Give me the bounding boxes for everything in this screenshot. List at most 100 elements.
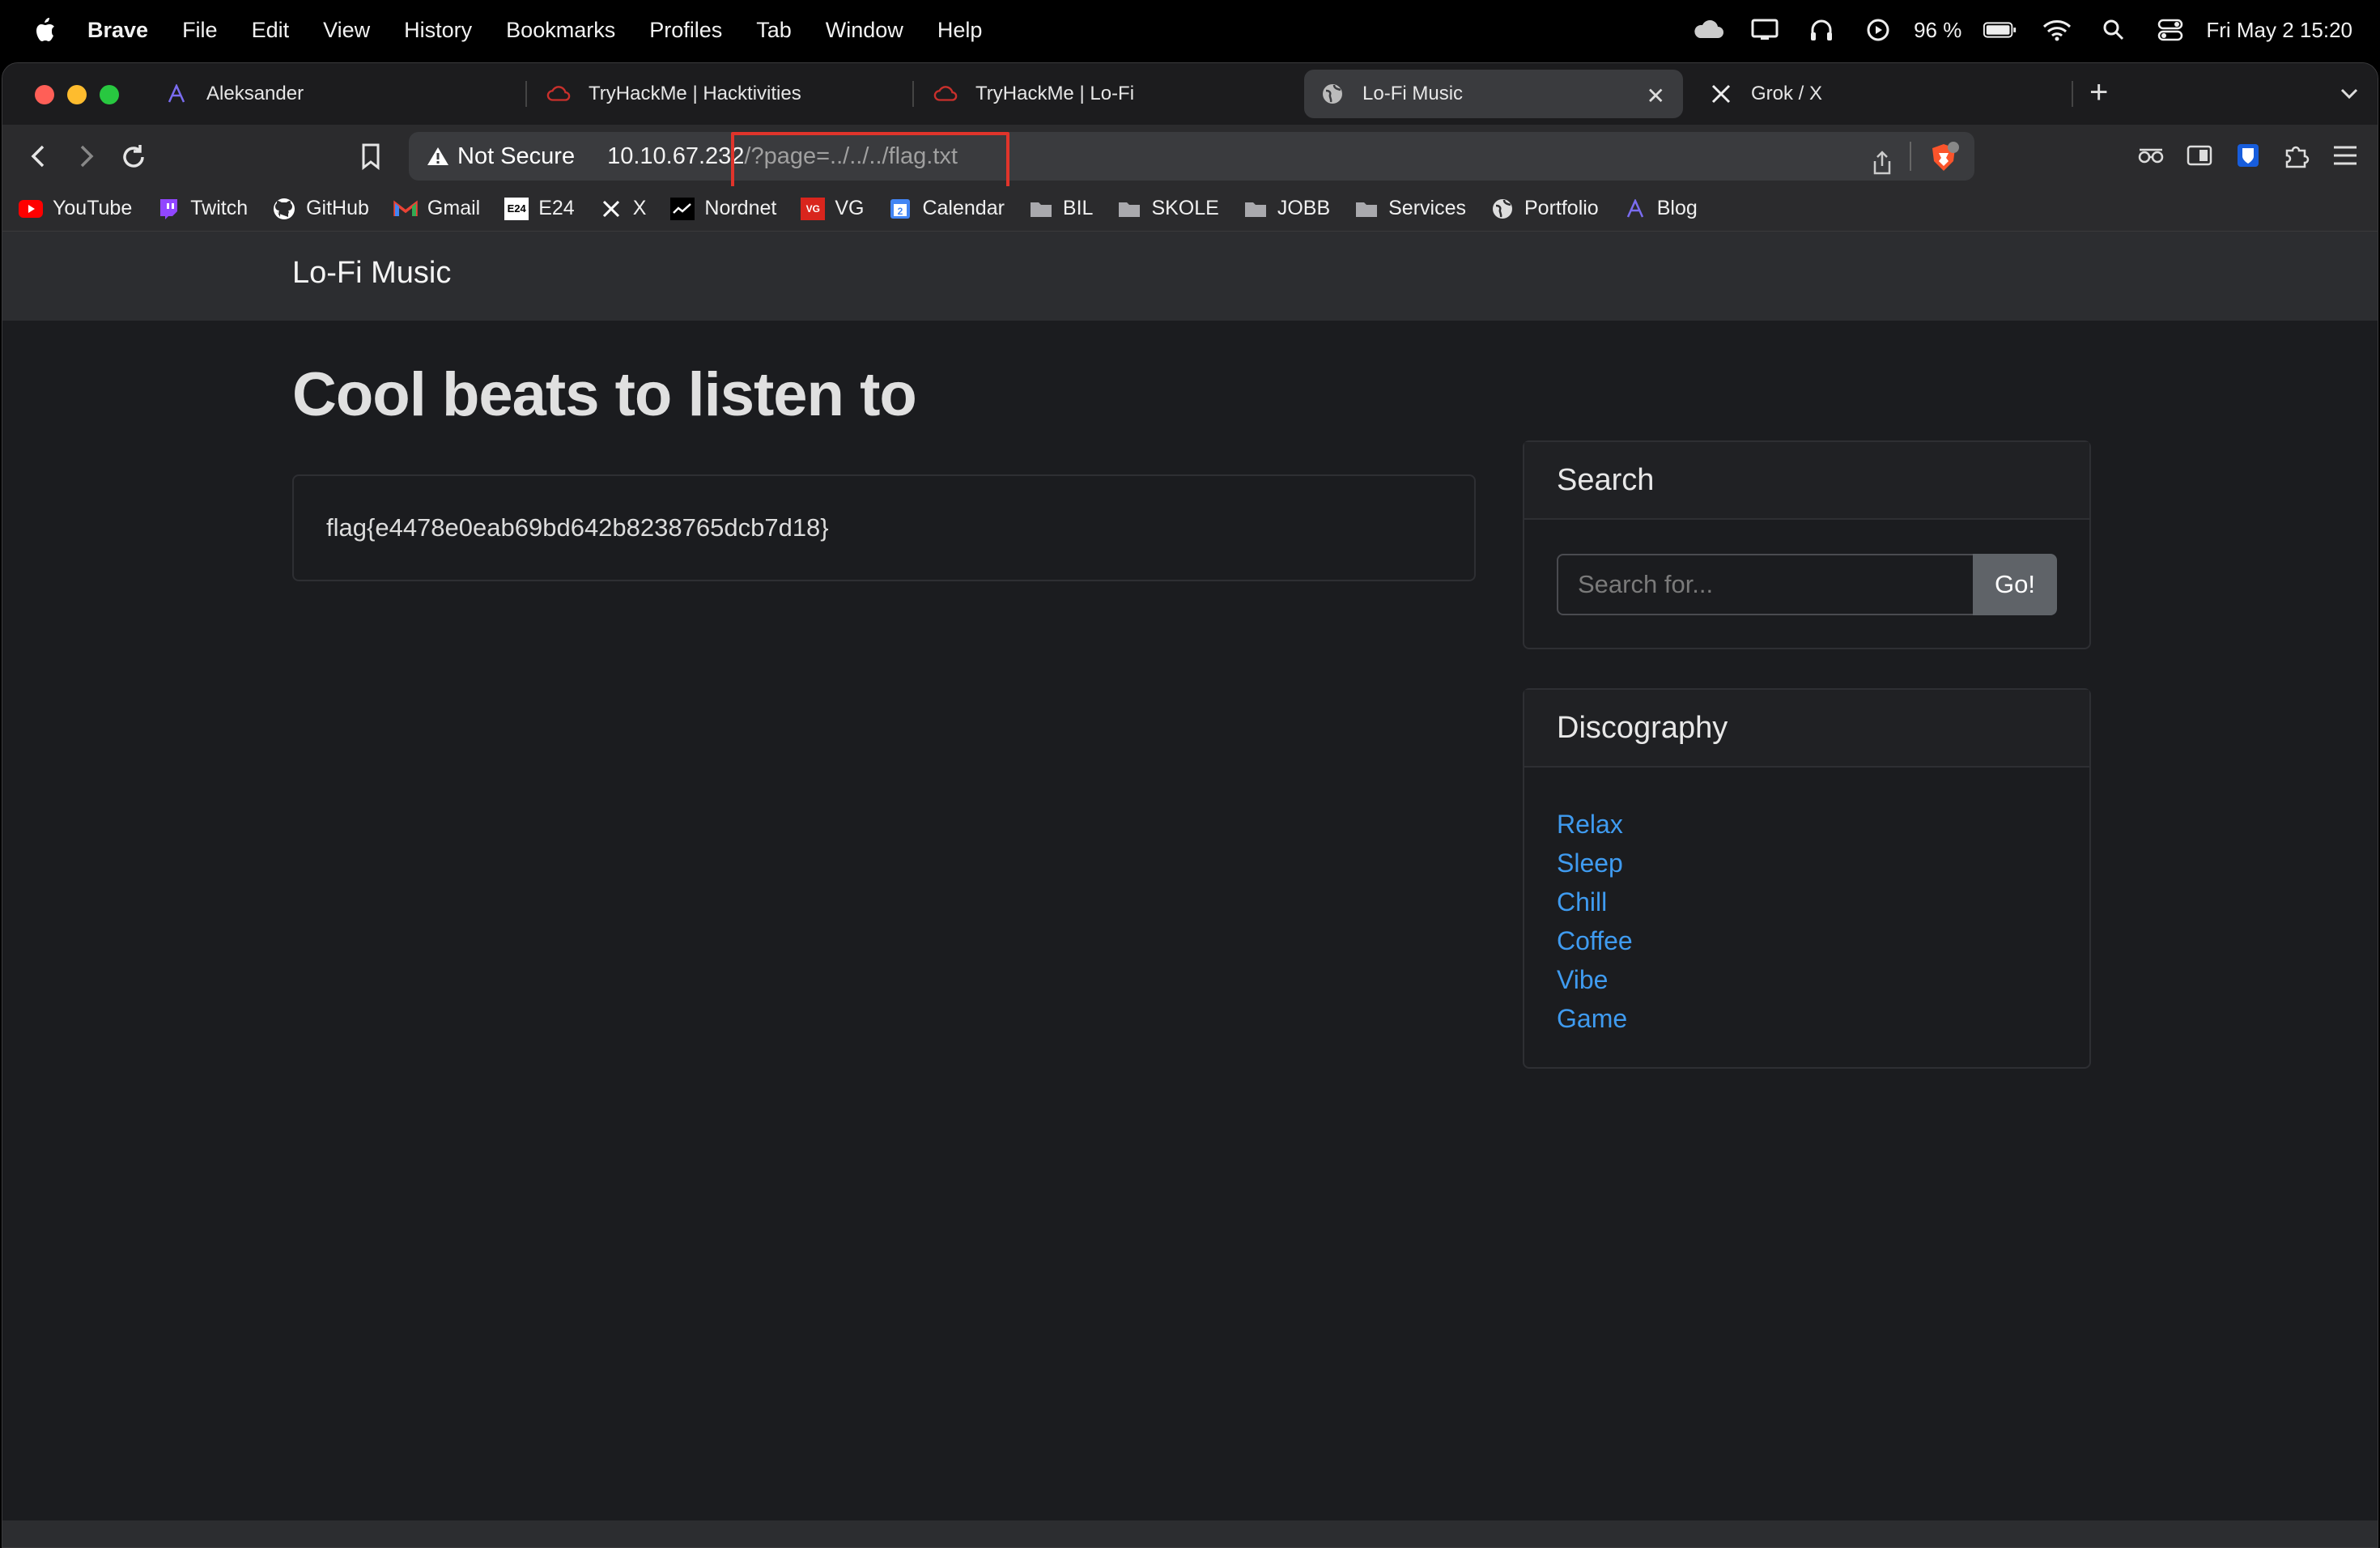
menu-profiles[interactable]: Profiles [649,18,722,43]
tab-tryhackme-hacktivities[interactable]: TryHackMe | Hacktivities [530,70,903,118]
folder-icon [1243,198,1268,220]
github-icon [272,198,296,220]
tab-tryhackme-lofi[interactable]: TryHackMe | Lo-Fi [917,70,1290,118]
minimize-window-button[interactable] [67,85,87,104]
bookmark-label: Portfolio [1524,197,1599,219]
share-icon[interactable] [1871,150,1893,182]
url-host[interactable]: 10.10.67.232 [607,143,744,170]
bookmark-youtube[interactable]: YouTube [19,197,132,220]
bookmarks-bar: YouTube Twitch GitHub Gmail E24 E24 X No… [2,186,2378,232]
bookmark-label: Twitch [190,197,249,219]
wifi-icon[interactable] [2039,18,2075,42]
youtube-icon [19,198,43,220]
discography-link-coffee[interactable]: Coffee [1557,921,1633,960]
menu-window[interactable]: Window [826,18,903,43]
gmail-icon [393,198,418,220]
bookmark-label: Calendar [922,197,1005,219]
menu-bookmarks[interactable]: Bookmarks [506,18,615,43]
menu-bar-clock[interactable]: Fri May 2 15:20 [2206,18,2352,43]
display-icon[interactable] [1747,18,1783,42]
macos-menu-bar: Brave File Edit View History Bookmarks P… [0,0,2380,60]
tab-separator [525,81,527,107]
menu-tab[interactable]: Tab [756,18,792,43]
bookmark-x[interactable]: X [599,197,647,220]
discography-link-chill[interactable]: Chill [1557,882,1633,921]
search-input[interactable]: Search for... [1557,554,1974,615]
sidebar-icon[interactable] [2185,141,2214,170]
blog-a-icon [1623,198,1647,220]
headphones-icon[interactable] [1804,18,1839,42]
calendar-icon: 2 [888,198,912,220]
play-icon[interactable] [1860,18,1896,42]
menu-help[interactable]: Help [937,18,983,43]
bookmark-gmail[interactable]: Gmail [393,197,480,220]
bookmark-twitch[interactable]: Twitch [156,197,248,220]
zoom-window-button[interactable] [100,85,119,104]
globe-icon [1490,198,1515,220]
tryhackme-favicon-icon [546,82,571,106]
not-secure-label[interactable]: Not Secure [457,143,575,170]
bookmark-folder-jobb[interactable]: JOBB [1243,197,1330,220]
forward-arrow-icon[interactable] [72,142,100,170]
menu-file[interactable]: File [182,18,218,43]
battery-percentage: 96 % [1914,17,1962,42]
extensions-puzzle-icon[interactable] [2282,141,2311,170]
bookmark-folder-skole[interactable]: SKOLE [1117,197,1219,220]
e24-logo-icon: E24 [504,197,529,220]
tab-label: TryHackMe | Hacktivities [589,83,801,104]
back-arrow-icon[interactable] [25,142,53,170]
tab-list-chevron-down-icon[interactable] [2337,81,2361,105]
hamburger-menu-icon[interactable] [2331,141,2360,170]
brave-shields-icon[interactable] [1927,142,1960,181]
menu-bar-status-area: 96 % Fri May 2 15:20 [1669,0,2352,60]
new-tab-plus-icon[interactable]: + [2089,74,2108,111]
flag-text: flag{e4478e0eab69bd642b8238765dcb7d18} [326,513,829,542]
close-window-button[interactable] [35,85,54,104]
discography-link-game[interactable]: Game [1557,999,1633,1038]
bookmark-label: SKOLE [1151,197,1219,219]
bitwarden-icon[interactable] [2233,141,2263,170]
discography-link-vibe[interactable]: Vibe [1557,960,1633,999]
bookmark-icon[interactable] [359,142,386,171]
cloud-icon[interactable] [1690,18,1726,42]
menu-app-brave[interactable]: Brave [87,18,148,43]
spotlight-search-icon[interactable] [2096,18,2131,42]
bookmark-label: X [632,197,647,219]
menu-edit[interactable]: Edit [252,18,290,43]
discography-link-sleep[interactable]: Sleep [1557,844,1633,882]
bookmark-label: E24 [538,197,575,219]
bookmark-blog[interactable]: Blog [1623,197,1698,220]
battery-icon[interactable] [1983,18,2018,42]
menu-history[interactable]: History [404,18,472,43]
discography-link-relax[interactable]: Relax [1557,805,1633,844]
menu-view[interactable]: View [323,18,370,43]
bookmark-folder-services[interactable]: Services [1354,197,1466,220]
warning-triangle-icon[interactable] [427,145,449,168]
twitch-icon [156,198,181,220]
omnibox-divider [1910,142,1911,171]
reload-icon[interactable] [119,142,147,170]
bookmark-vg[interactable]: VG VG [801,197,864,220]
bookmark-label: YouTube [53,197,133,219]
bookmark-calendar[interactable]: 2 Calendar [888,197,1005,220]
bookmark-folder-bil[interactable]: BIL [1029,197,1093,220]
discography-list: Relax Sleep Chill Coffee Vibe Game [1557,805,1633,1038]
discography-widget: Discography Relax Sleep Chill Coffee Vib… [1523,688,2091,1069]
site-brand-link[interactable]: Lo-Fi Music [292,256,451,291]
bookmark-e24[interactable]: E24 E24 [504,197,575,220]
bookmark-portfolio[interactable]: Portfolio [1490,197,1599,220]
bookmark-nordnet[interactable]: Nordnet [670,197,776,220]
control-center-icon[interactable] [2153,18,2188,42]
bookmark-github[interactable]: GitHub [272,197,369,220]
content-card: flag{e4478e0eab69bd642b8238765dcb7d18} [292,474,1476,581]
address-bar[interactable]: Not Secure 10.10.67.232/?page=../../../f… [409,132,1974,181]
window-controls [35,85,119,104]
apple-icon[interactable] [32,16,57,44]
search-go-button[interactable]: Go! [1973,554,2057,615]
leo-ai-icon[interactable] [2136,141,2165,170]
close-tab-icon[interactable]: ✕ [1647,83,1665,109]
aleksander-favicon-icon [164,82,189,106]
tab-lofi-music-active[interactable]: Lo-Fi Music ✕ [1304,70,1683,118]
tab-grok-x[interactable]: Grok / X [1693,70,2065,118]
tab-aleksander[interactable]: Aleksander [148,70,521,118]
